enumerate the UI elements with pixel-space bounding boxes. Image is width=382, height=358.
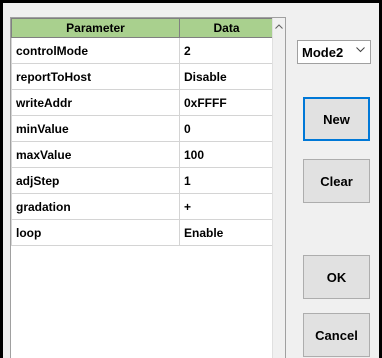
table-row[interactable]: loop Enable bbox=[11, 219, 274, 246]
window-frame-top bbox=[0, 0, 382, 3]
mode-dropdown-value: Mode2 bbox=[302, 44, 344, 60]
param-cell[interactable]: loop bbox=[11, 219, 180, 246]
parameter-grid[interactable]: Parameter Data controlMode 2 reportToHos… bbox=[10, 17, 286, 358]
param-cell[interactable]: maxValue bbox=[11, 141, 180, 168]
data-cell[interactable]: + bbox=[179, 193, 274, 220]
data-cell[interactable]: 0 bbox=[179, 115, 274, 142]
data-cell[interactable]: Disable bbox=[179, 63, 274, 90]
data-cell[interactable]: Enable bbox=[179, 219, 274, 246]
table-row[interactable]: adjStep 1 bbox=[11, 167, 274, 194]
param-cell[interactable]: gradation bbox=[11, 193, 180, 220]
param-cell[interactable]: controlMode bbox=[11, 37, 180, 64]
param-cell[interactable]: writeAddr bbox=[11, 89, 180, 116]
column-header-parameter[interactable]: Parameter bbox=[11, 18, 180, 38]
table-row[interactable]: minValue 0 bbox=[11, 115, 274, 142]
param-cell[interactable]: minValue bbox=[11, 115, 180, 142]
table-row[interactable]: reportToHost Disable bbox=[11, 63, 274, 90]
table-row[interactable]: gradation + bbox=[11, 193, 274, 220]
data-cell[interactable]: 2 bbox=[179, 37, 274, 64]
clear-button[interactable]: Clear bbox=[303, 159, 370, 203]
cancel-button[interactable]: Cancel bbox=[303, 313, 370, 357]
table-header-row: Parameter Data bbox=[11, 18, 274, 38]
table-row[interactable]: writeAddr 0xFFFF bbox=[11, 89, 274, 116]
table-row[interactable]: maxValue 100 bbox=[11, 141, 274, 168]
ok-button[interactable]: OK bbox=[303, 255, 370, 299]
chevron-up-icon bbox=[275, 23, 283, 29]
new-button[interactable]: New bbox=[303, 97, 370, 141]
chevron-down-icon bbox=[356, 47, 365, 53]
param-cell[interactable]: reportToHost bbox=[11, 63, 180, 90]
table-row[interactable]: controlMode 2 bbox=[11, 37, 274, 64]
parameter-table: Parameter Data controlMode 2 reportToHos… bbox=[11, 18, 274, 246]
param-cell[interactable]: adjStep bbox=[11, 167, 180, 194]
data-cell[interactable]: 1 bbox=[179, 167, 274, 194]
data-cell[interactable]: 100 bbox=[179, 141, 274, 168]
scroll-up-button[interactable] bbox=[273, 18, 285, 34]
vertical-scrollbar[interactable] bbox=[272, 18, 285, 358]
data-cell[interactable]: 0xFFFF bbox=[179, 89, 274, 116]
mode-dropdown[interactable]: Mode2 bbox=[297, 40, 371, 64]
window-frame-left bbox=[0, 0, 3, 358]
column-header-data[interactable]: Data bbox=[179, 18, 274, 38]
